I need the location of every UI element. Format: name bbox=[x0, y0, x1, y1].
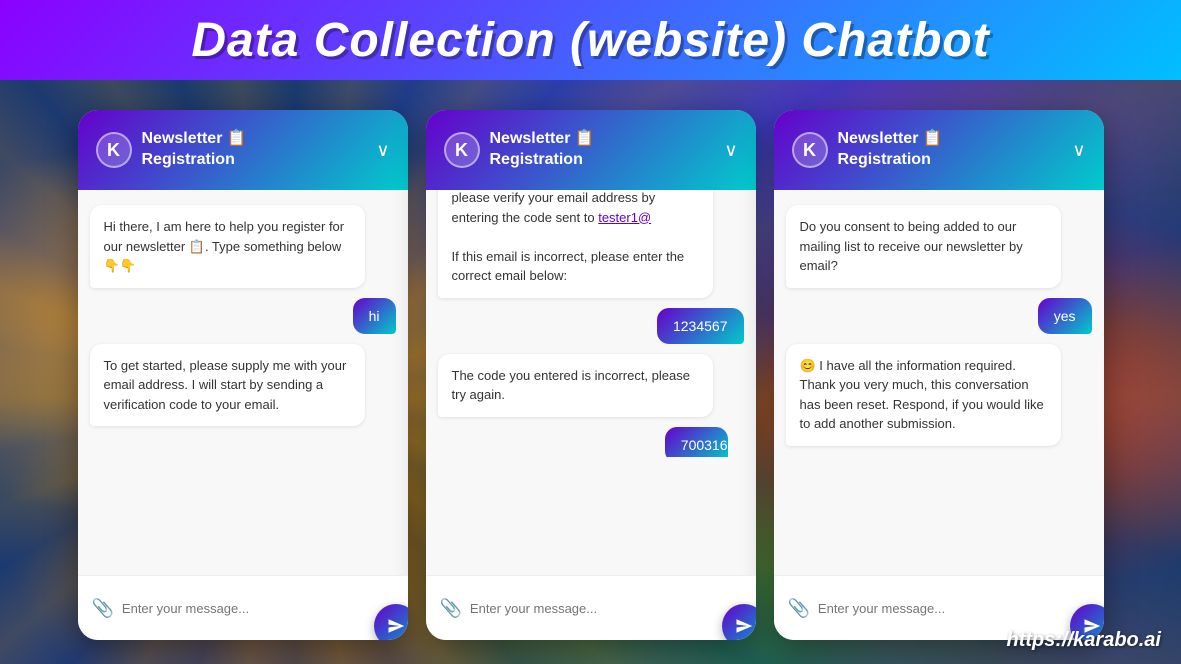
header-bar: Data Collection (website) Chatbot bbox=[0, 0, 1181, 80]
chat-header-left-3: K Newsletter 📋Registration bbox=[792, 129, 943, 171]
chat-header-left-2: K Newsletter 📋Registration bbox=[444, 129, 595, 171]
bot-message-3-1: Do you consent to being added to our mai… bbox=[786, 205, 1061, 288]
watermark: https://karabo.ai bbox=[1007, 629, 1161, 652]
chat-input-2[interactable] bbox=[470, 601, 742, 616]
bot-message-3-2: 😊 I have all the information required. T… bbox=[786, 344, 1061, 446]
bot-message-2-1: please verify your email address by ente… bbox=[438, 190, 713, 298]
chat-messages-2: please verify your email address by ente… bbox=[426, 190, 756, 575]
send-icon-2 bbox=[735, 617, 753, 635]
chat-chevron-1[interactable]: ∨ bbox=[376, 140, 389, 161]
chat-window-2: K Newsletter 📋Registration ∨ please veri… bbox=[426, 110, 756, 640]
user-message-2-1: 1234567 bbox=[657, 308, 744, 344]
chat-logo-1: K bbox=[96, 132, 132, 168]
chat-messages-3: Do you consent to being added to our mai… bbox=[774, 190, 1104, 575]
bot-message-1-2: To get started, please supply me with yo… bbox=[90, 344, 365, 427]
user-message-1-1: hi bbox=[353, 298, 396, 334]
chat-header-title-2: Newsletter 📋Registration bbox=[490, 129, 595, 171]
chat-logo-3: K bbox=[792, 132, 828, 168]
chat-messages-1: Hi there, I am here to help you register… bbox=[78, 190, 408, 575]
email-link: tester1@ bbox=[598, 210, 651, 225]
chat-input-3[interactable] bbox=[818, 601, 1090, 616]
chat-input-area-1: 📎 bbox=[78, 575, 408, 640]
send-icon-1 bbox=[387, 617, 405, 635]
chatbots-container: K Newsletter 📋Registration ∨ Hi there, I… bbox=[0, 95, 1181, 664]
chat-window-3: K Newsletter 📋Registration ∨ Do you cons… bbox=[774, 110, 1104, 640]
attachment-icon-1[interactable]: 📎 bbox=[92, 598, 114, 619]
chat-header-left-1: K Newsletter 📋Registration bbox=[96, 129, 247, 171]
page-title: Data Collection (website) Chatbot bbox=[191, 13, 989, 68]
chat-window-1: K Newsletter 📋Registration ∨ Hi there, I… bbox=[78, 110, 408, 640]
user-message-2-partial: 700316 bbox=[665, 427, 728, 457]
chat-chevron-3[interactable]: ∨ bbox=[1072, 140, 1085, 161]
chat-header-title-3: Newsletter 📋Registration bbox=[838, 129, 943, 171]
attachment-icon-3[interactable]: 📎 bbox=[788, 598, 810, 619]
user-message-3-1: yes bbox=[1038, 298, 1092, 334]
chat-input-area-2: 📎 bbox=[426, 575, 756, 640]
chat-logo-2: K bbox=[444, 132, 480, 168]
chat-header-2: K Newsletter 📋Registration ∨ bbox=[426, 110, 756, 190]
attachment-icon-2[interactable]: 📎 bbox=[440, 598, 462, 619]
chat-input-1[interactable] bbox=[122, 601, 394, 616]
chat-header-1: K Newsletter 📋Registration ∨ bbox=[78, 110, 408, 190]
chat-header-title-1: Newsletter 📋Registration bbox=[142, 129, 247, 171]
chat-header-3: K Newsletter 📋Registration ∨ bbox=[774, 110, 1104, 190]
bot-message-1-1: Hi there, I am here to help you register… bbox=[90, 205, 365, 288]
bot-message-2-2: The code you entered is incorrect, pleas… bbox=[438, 354, 713, 417]
chat-chevron-2[interactable]: ∨ bbox=[724, 140, 737, 161]
